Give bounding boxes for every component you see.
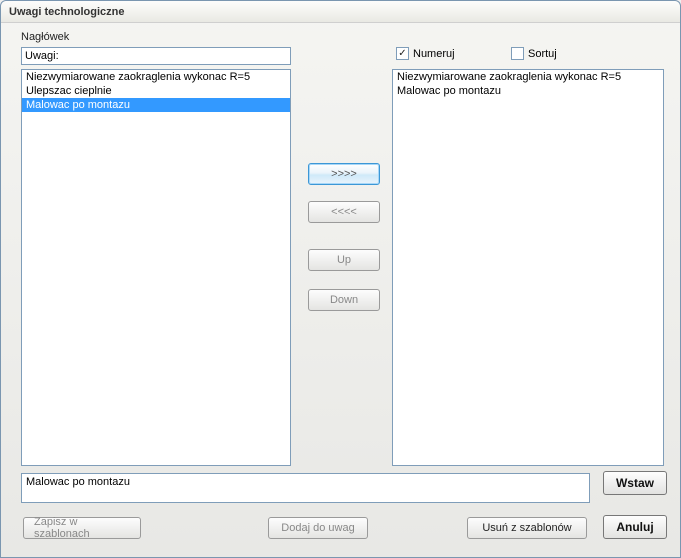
numbering-label: Numeruj [413,48,455,60]
header-label: Nagłówek [21,31,69,43]
add-to-notes-button: Dodaj do uwag [268,517,368,539]
move-up-button: Up [308,249,380,271]
move-down-button: Down [308,289,380,311]
edit-textarea[interactable] [21,473,590,503]
move-left-button: <<<< [308,201,380,223]
insert-button[interactable]: Wstaw [603,471,667,495]
dialog-window: Uwagi technologiczne Nagłówek ✓ Numeruj … [0,0,681,558]
list-item[interactable]: Niezwymiarowane zaokraglenia wykonac R=5 [393,70,663,84]
move-right-button[interactable]: >>>> [308,163,380,185]
left-list[interactable]: Niezwymiarowane zaokraglenia wykonac R=5… [21,69,291,466]
checkbox-box-icon: ✓ [396,47,409,60]
save-templates-button: Zapisz w szablonach [23,517,141,539]
right-list[interactable]: Niezwymiarowane zaokraglenia wykonac R=5… [392,69,664,466]
remove-templates-button[interactable]: Usuń z szablonów [467,517,587,539]
list-item[interactable]: Niezwymiarowane zaokraglenia wykonac R=5 [22,70,290,84]
sort-label: Sortuj [528,48,557,60]
titlebar: Uwagi technologiczne [1,1,680,23]
checkbox-box-icon [511,47,524,60]
list-item[interactable]: Malowac po montazu [22,98,290,112]
window-title: Uwagi technologiczne [9,6,125,18]
numbering-checkbox[interactable]: ✓ Numeruj [396,47,455,60]
header-input[interactable] [21,47,291,65]
list-item[interactable]: Ulepszac cieplnie [22,84,290,98]
list-item[interactable]: Malowac po montazu [393,84,663,98]
cancel-button[interactable]: Anuluj [603,515,667,539]
sort-checkbox[interactable]: Sortuj [511,47,557,60]
client-area: Nagłówek ✓ Numeruj Sortuj Niezwymiarowan… [1,23,680,557]
